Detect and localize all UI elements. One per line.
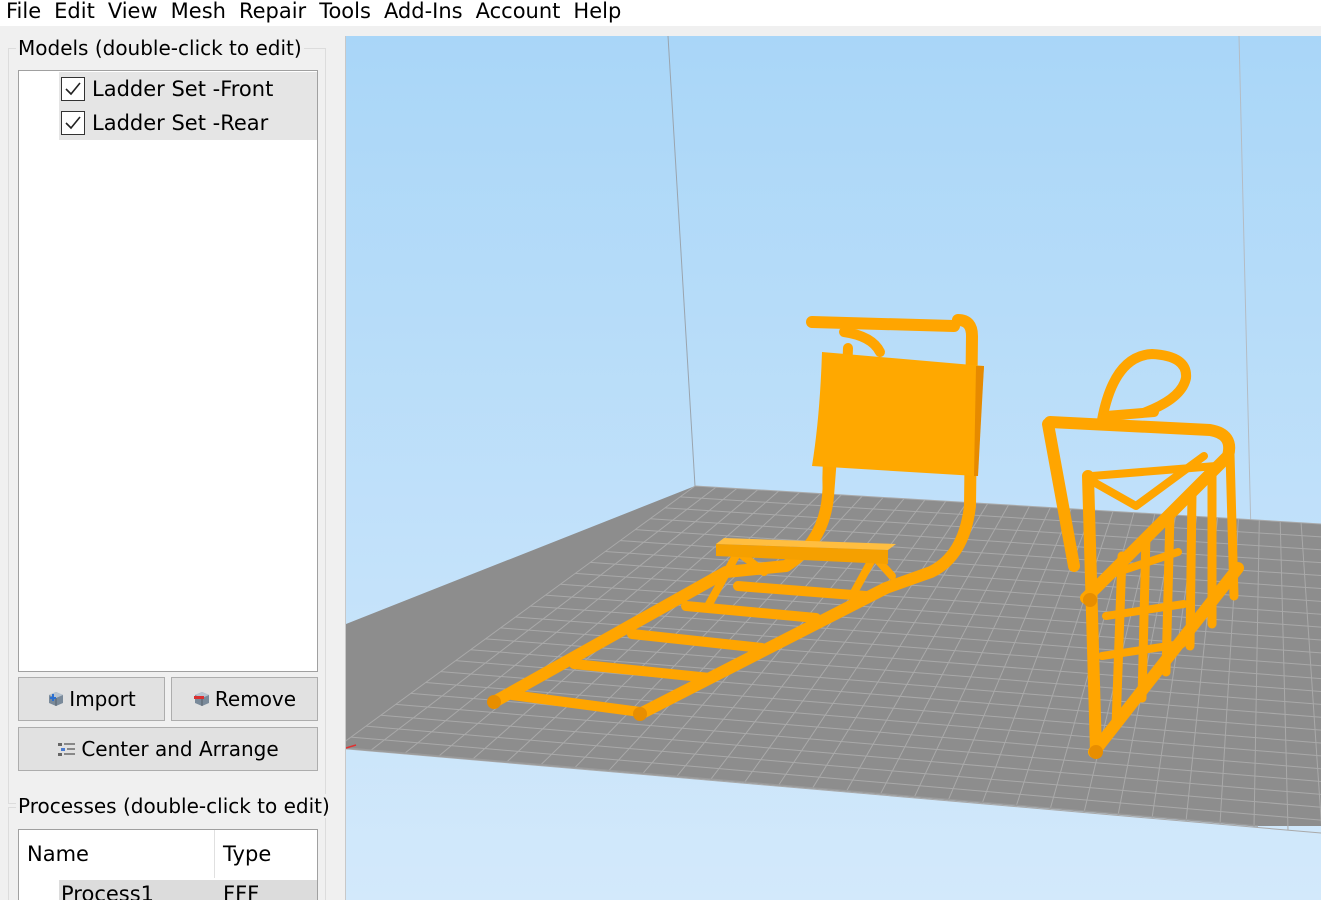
processes-table[interactable]: Name Type Process1 FFF bbox=[18, 829, 318, 900]
check-icon bbox=[65, 82, 81, 96]
remove-button[interactable]: Remove bbox=[171, 677, 318, 721]
left-panel: Models (double-click to edit) Ladder Set… bbox=[0, 26, 345, 900]
import-label: Import bbox=[69, 687, 136, 711]
model-label: Ladder Set -Rear bbox=[92, 111, 269, 135]
3d-viewport[interactable] bbox=[345, 36, 1321, 900]
scene-canvas[interactable] bbox=[346, 36, 1321, 900]
menu-tools[interactable]: Tools bbox=[313, 0, 378, 22]
menu-repair[interactable]: Repair bbox=[233, 0, 313, 22]
process-type: FFF bbox=[223, 882, 260, 900]
model-checkbox-front[interactable] bbox=[61, 77, 85, 101]
process-row[interactable]: Process1 FFF bbox=[59, 880, 317, 900]
processes-panel-title: Processes (double-click to edit) bbox=[16, 794, 332, 818]
menu-mesh[interactable]: Mesh bbox=[165, 0, 233, 22]
tube-end bbox=[1083, 593, 1097, 607]
menu-bar: File Edit View Mesh Repair Tools Add-Ins… bbox=[0, 0, 1321, 26]
menu-add-ins[interactable]: Add-Ins bbox=[378, 0, 470, 22]
column-header-name[interactable]: Name bbox=[19, 830, 215, 878]
tube-end bbox=[633, 707, 647, 721]
model-item-rear[interactable]: Ladder Set -Rear bbox=[59, 106, 317, 140]
menu-edit[interactable]: Edit bbox=[48, 0, 102, 22]
center-and-arrange-label: Center and Arrange bbox=[81, 737, 279, 761]
model-label: Ladder Set -Front bbox=[92, 77, 274, 101]
models-panel-title: Models (double-click to edit) bbox=[16, 36, 304, 60]
import-button[interactable]: Import bbox=[18, 677, 165, 721]
check-icon bbox=[65, 116, 81, 130]
center-and-arrange-button[interactable]: Center and Arrange bbox=[18, 727, 318, 771]
tube-end bbox=[1089, 745, 1103, 759]
remove-cube-icon bbox=[193, 690, 211, 708]
process-name: Process1 bbox=[61, 882, 155, 900]
model-checkbox-rear[interactable] bbox=[61, 111, 85, 135]
menu-account[interactable]: Account bbox=[470, 0, 568, 22]
column-header-type[interactable]: Type bbox=[215, 830, 317, 878]
menu-file[interactable]: File bbox=[0, 0, 48, 22]
models-list[interactable]: Ladder Set -Front Ladder Set -Rear bbox=[18, 70, 318, 672]
remove-label: Remove bbox=[214, 687, 297, 711]
arrange-icon bbox=[57, 741, 77, 757]
menu-view[interactable]: View bbox=[102, 0, 165, 22]
import-cube-icon bbox=[47, 690, 65, 708]
model-item-front[interactable]: Ladder Set -Front bbox=[59, 72, 317, 106]
tube-end bbox=[487, 695, 501, 709]
menu-help[interactable]: Help bbox=[567, 0, 628, 22]
back-panel bbox=[812, 352, 984, 476]
